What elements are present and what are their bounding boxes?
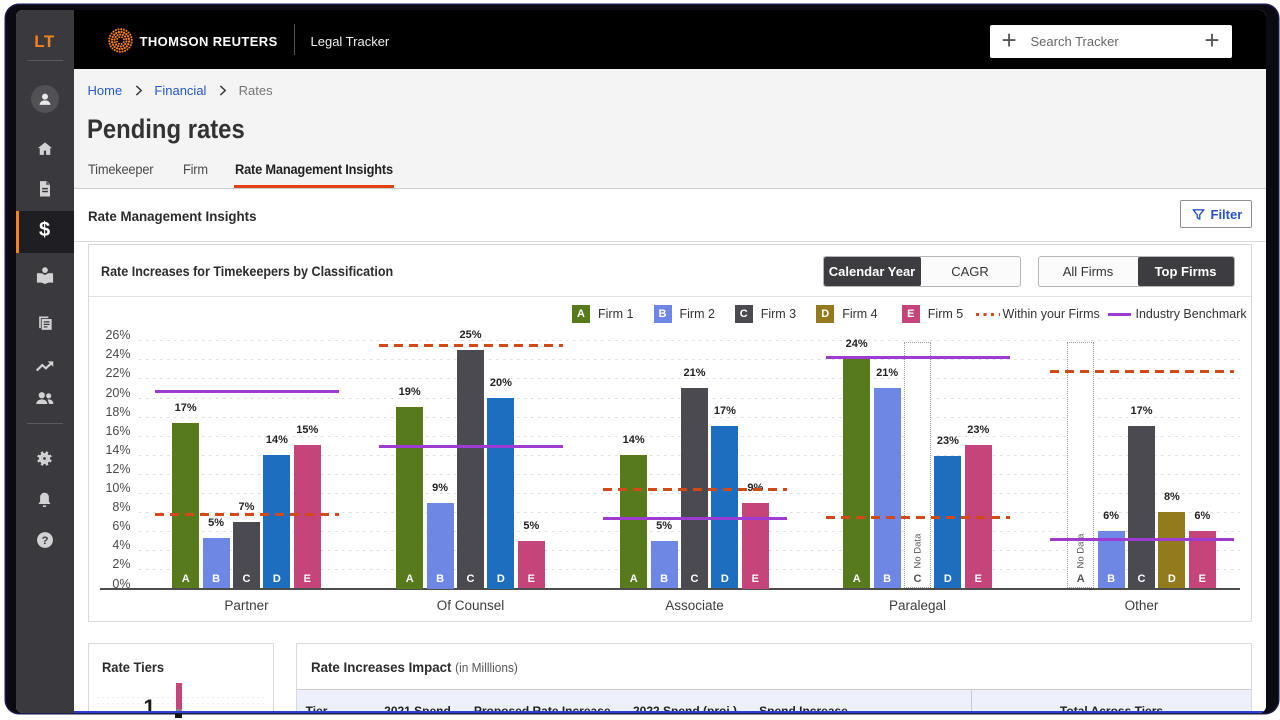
svg-text:?: ? xyxy=(41,534,48,546)
